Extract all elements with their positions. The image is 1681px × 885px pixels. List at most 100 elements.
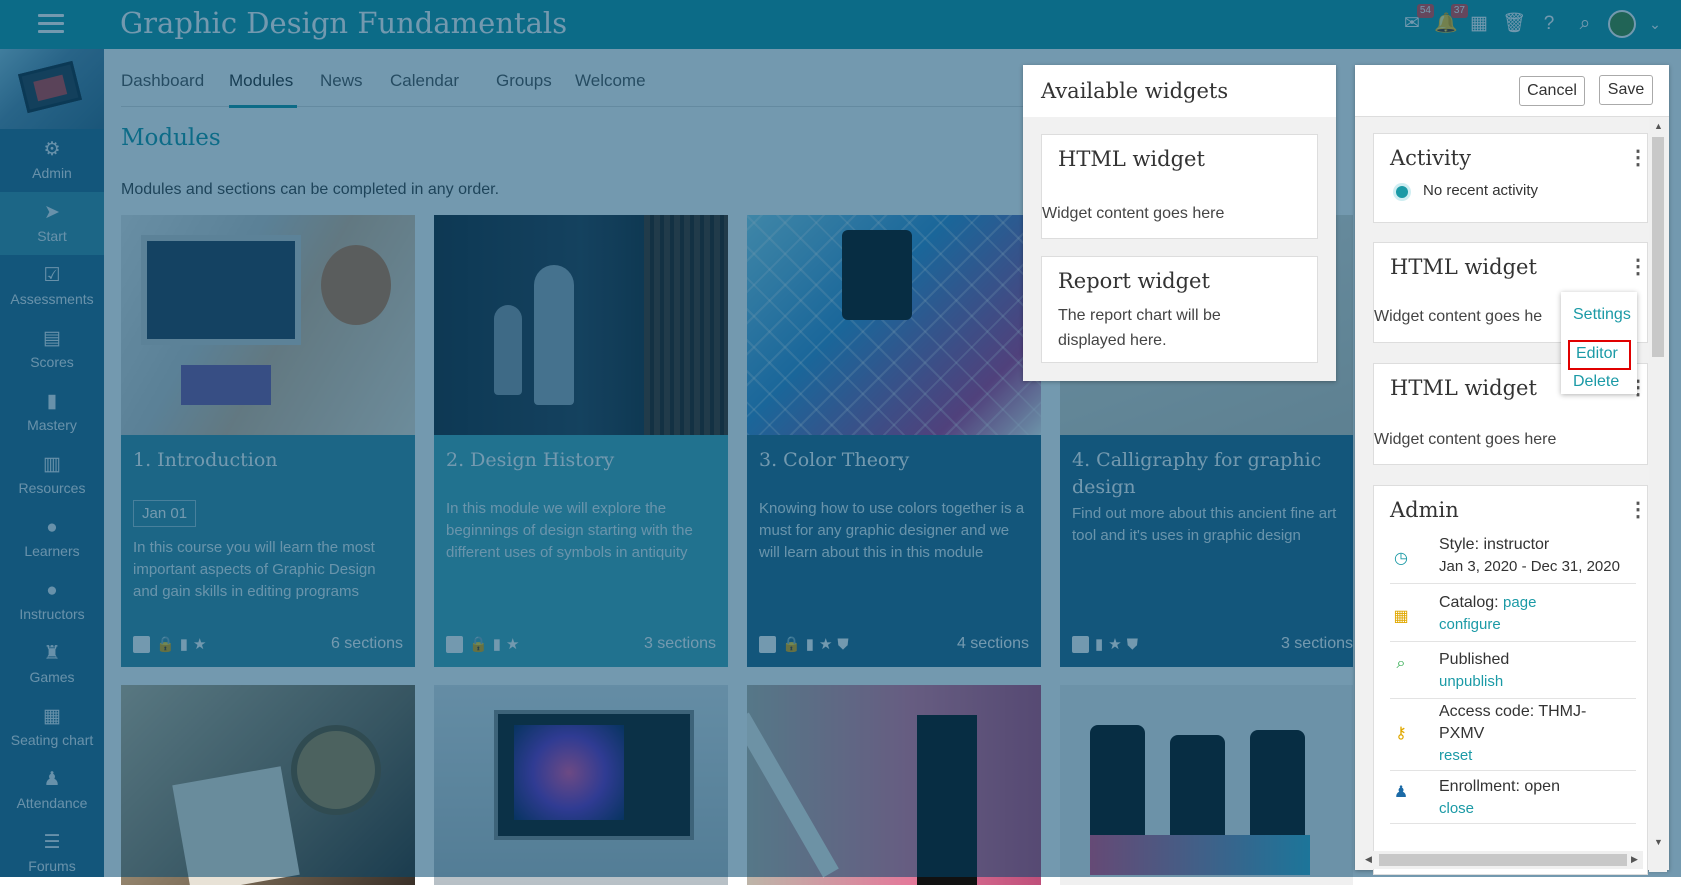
calendar-icon[interactable]: ▦	[1467, 12, 1491, 36]
horizontal-scrollbar[interactable]: ◀ ▶	[1363, 851, 1643, 869]
lock-icon: 🔒	[156, 636, 175, 653]
widget-editor-panel: Cancel Save Activity ⋮ No recent activit…	[1355, 65, 1669, 875]
module-image	[434, 215, 728, 435]
table-icon: ▤	[43, 328, 61, 349]
menu-item-delete[interactable]: Delete	[1573, 373, 1619, 391]
unpublish-link[interactable]: unpublish	[1439, 673, 1503, 690]
sidebar-item-label: Learners	[24, 543, 80, 559]
catalog-configure-link[interactable]: configure	[1439, 616, 1501, 633]
menu-item-settings[interactable]: Settings	[1573, 306, 1631, 324]
module-card-design-history[interactable]: 2. Design History In this module we will…	[434, 215, 728, 667]
activity-text: No recent activity	[1423, 182, 1539, 199]
module-body: 1. Introduction Jan 01 In this course yo…	[121, 435, 415, 667]
module-card-color-theory[interactable]: 3. Color Theory Knowing how to use color…	[747, 215, 1041, 667]
vertical-scrollbar[interactable]: ▲ ▼	[1649, 117, 1667, 872]
sidebar-item-admin[interactable]: ⚙ Admin	[0, 129, 104, 192]
admin-enrollment: Enrollment: open close	[1439, 778, 1560, 817]
admin-row-catalog: ▦ Catalog: page configure	[1390, 592, 1636, 642]
catalog-page-link[interactable]: page	[1503, 594, 1536, 611]
help-icon[interactable]: ?	[1537, 12, 1561, 36]
menu-item-editor[interactable]: Editor	[1568, 340, 1631, 370]
checkbox-icon: ☑	[43, 265, 61, 286]
more-vertical-icon[interactable]: ⋮	[1628, 148, 1648, 168]
module-footer: ▮ ★ ⛊ 3 sections	[1072, 635, 1353, 655]
admin-access-code: Access code: THMJ-PXMV reset	[1439, 703, 1587, 764]
scroll-up-icon[interactable]: ▲	[1654, 121, 1663, 131]
module-card-7[interactable]	[747, 685, 1041, 885]
module-title: 3. Color Theory	[759, 449, 910, 471]
sidebar-item-attendance[interactable]: ♟ Attendance	[0, 759, 104, 822]
sidebar-item-label: Seating chart	[10, 732, 94, 748]
menu-icon[interactable]	[38, 14, 64, 34]
save-button[interactable]: Save	[1599, 75, 1653, 105]
module-card-introduction[interactable]: 1. Introduction Jan 01 In this course yo…	[121, 215, 415, 667]
module-card-5[interactable]	[121, 685, 415, 885]
clock-icon: ◷	[1394, 550, 1408, 567]
activity-dot-icon	[1396, 186, 1408, 198]
widget-content: Widget content goes here	[1042, 205, 1225, 222]
sidebar-item-label: Assessments	[10, 291, 94, 307]
admin-catalog: Catalog: page configure	[1439, 594, 1537, 633]
navigate-icon: ➤	[44, 202, 60, 223]
sidebar-item-scores[interactable]: ▤ Scores	[0, 318, 104, 381]
module-description: Knowing how to use colors together is a …	[759, 500, 1025, 561]
bar-chart-icon: ▮	[492, 636, 501, 653]
page-title: Modules	[121, 125, 221, 151]
scrollbar-thumb[interactable]	[1379, 854, 1627, 866]
module-card-8[interactable]	[1060, 685, 1353, 885]
admin-row-published: ⌕ Published unpublish	[1390, 649, 1636, 699]
scroll-down-icon[interactable]: ▼	[1654, 837, 1663, 847]
sidebar-item-learners[interactable]: ● Learners	[0, 507, 104, 570]
trash-icon[interactable]: 🗑	[1502, 12, 1526, 36]
reset-link[interactable]: reset	[1439, 747, 1472, 764]
sidebar-item-seating-chart[interactable]: ▦ Seating chart	[0, 696, 104, 759]
bell-icon[interactable]: 🔔 37	[1434, 4, 1468, 36]
admin-widget: Admin ⋮ ◷ Style: instructor Jan 3, 2020 -…	[1373, 485, 1648, 875]
admin-row-access: ⚷ Access code: THMJ-PXMV reset	[1390, 701, 1636, 771]
scroll-left-icon[interactable]: ◀	[1365, 854, 1372, 865]
cancel-button[interactable]: Cancel	[1519, 76, 1585, 106]
tab-calendar[interactable]: Calendar	[390, 71, 459, 91]
sidebar-item-forums[interactable]: ☰ Forums	[0, 822, 104, 885]
widget-title: Admin	[1390, 498, 1459, 522]
sidebar-item-instructors[interactable]: ● Instructors	[0, 570, 104, 633]
module-description: In this course you will learn the most i…	[133, 539, 376, 600]
module-card-6[interactable]	[434, 685, 728, 885]
notifications-badge: 37	[1450, 4, 1468, 18]
sidebar-item-label: Admin	[32, 165, 72, 181]
sidebar-item-label: Games	[29, 669, 75, 685]
close-link[interactable]: close	[1439, 800, 1474, 817]
html-widget-template[interactable]: HTML widget Widget content goes here	[1041, 134, 1318, 239]
search-icon[interactable]: ⌕	[1573, 12, 1597, 36]
tab-modules[interactable]: Modules	[229, 71, 293, 91]
sidebar: ⚙ Admin ➤ Start ☑ Assessments ▤ Scores ▮ Mast…	[0, 49, 104, 877]
scroll-right-icon[interactable]: ▶	[1631, 854, 1638, 865]
sidebar-item-label: Start	[37, 228, 67, 244]
sidebar-item-label: Resources	[18, 480, 86, 496]
checkbox-icon	[759, 635, 776, 653]
scrollbar-thumb[interactable]	[1652, 137, 1664, 357]
sidebar-item-games[interactable]: ♜ Games	[0, 633, 104, 696]
top-bar: Graphic Design Fundamentals ✉ 54 🔔 37 ▦ 🗑 …	[0, 0, 1681, 49]
chevron-down-icon[interactable]: ⌄	[1643, 12, 1667, 36]
tab-news[interactable]: News	[320, 71, 363, 91]
module-title: 4. Calligraphy for graphic design	[1072, 449, 1322, 498]
tab-dashboard[interactable]: Dashboard	[121, 71, 204, 91]
messages-badge: 54	[1416, 4, 1434, 18]
more-vertical-icon[interactable]: ⋮	[1628, 257, 1648, 277]
avatar[interactable]	[1608, 10, 1636, 38]
module-sections: 4 sections	[956, 635, 1029, 652]
sidebar-item-resources[interactable]: ▥ Resources	[0, 444, 104, 507]
report-widget-template[interactable]: Report widget The report chart will be d…	[1041, 256, 1318, 363]
sidebar-item-start[interactable]: ➤ Start	[0, 192, 104, 255]
module-title: 1. Introduction	[133, 449, 278, 471]
messages-icon[interactable]: ✉ 54	[1400, 4, 1434, 36]
sidebar-item-assessments[interactable]: ☑ Assessments	[0, 255, 104, 318]
tab-groups[interactable]: Groups	[496, 71, 552, 91]
widget-title: Report widget	[1058, 269, 1210, 293]
sidebar-item-label: Scores	[30, 354, 74, 370]
sidebar-item-mastery[interactable]: ▮ Mastery	[0, 381, 104, 444]
instructor-icon: ●	[46, 580, 58, 601]
more-vertical-icon[interactable]: ⋮	[1628, 500, 1648, 520]
tab-welcome[interactable]: Welcome	[575, 71, 646, 91]
